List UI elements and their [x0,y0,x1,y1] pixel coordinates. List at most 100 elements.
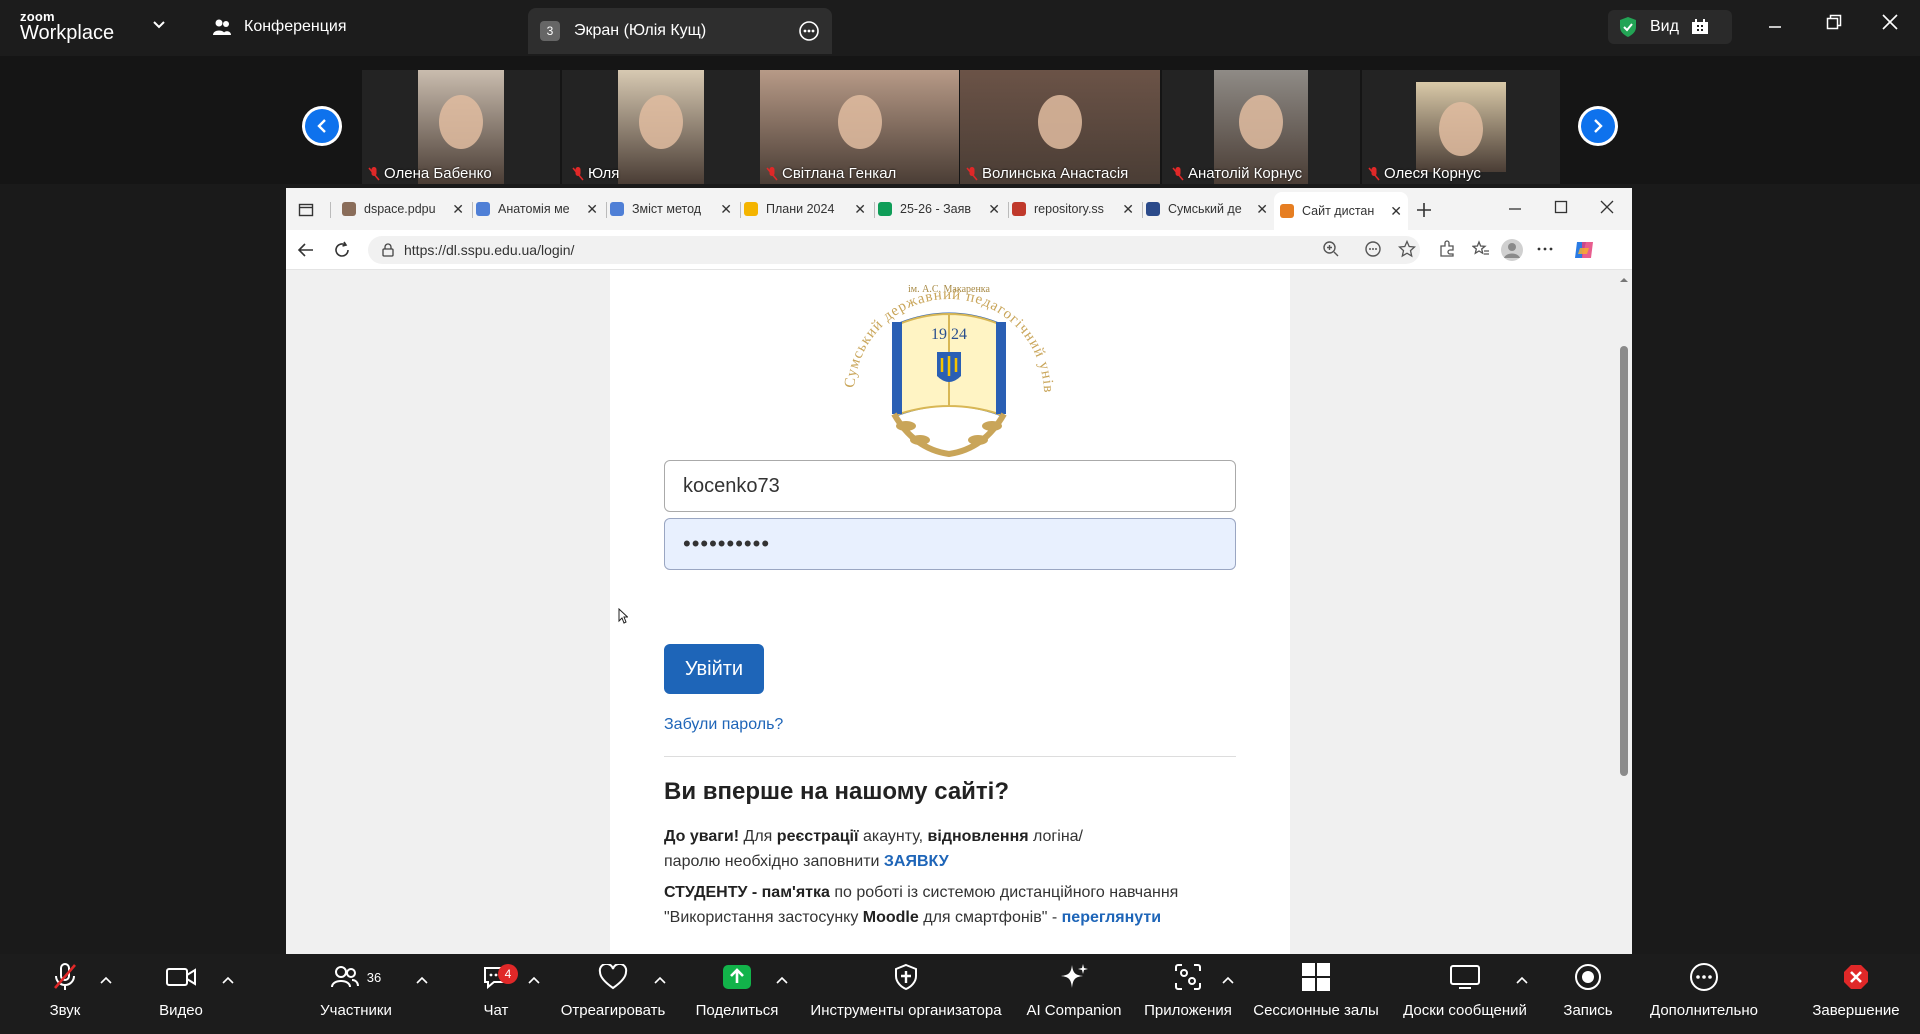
participant-name: Олена Бабенко [368,165,492,182]
browser-menu-icon[interactable] [1536,240,1554,258]
tab-close-icon[interactable]: ✕ [854,201,866,218]
scrollbar-thumb[interactable] [1620,346,1628,776]
prev-page-button[interactable] [302,106,342,146]
zoom-in-icon[interactable] [1322,240,1340,258]
tab-close-icon[interactable]: ✕ [586,201,598,218]
share-options-caret-icon[interactable] [776,976,788,984]
browser-tab[interactable]: dspace.pdpu ✕ [336,194,470,224]
tab-close-icon[interactable]: ✕ [1256,201,1268,218]
url-text: https://dl.sspu.edu.ua/login/ [404,242,575,258]
zoom-top-bar: zoom Workplace Конференция 3 Экран (Юлія… [0,0,1920,56]
participant-tile[interactable]: Світлана Генкал [760,70,959,184]
new-tab-icon[interactable] [1416,202,1432,218]
extensions-icon[interactable] [1438,240,1456,258]
shield-check-icon [1620,17,1636,37]
svg-text:19 24: 19 24 [931,326,967,343]
tab-close-icon[interactable]: ✕ [452,201,464,218]
breakout-rooms-button[interactable]: Сессионные залы [1252,954,1380,1034]
browser-minimize-icon[interactable] [1508,202,1522,216]
chevron-down-icon[interactable] [152,20,166,30]
registration-notice: До уваги! Для реєстрації акаунту, віднов… [664,828,1083,870]
browser-tab-active[interactable]: Сайт дистан ✕ [1274,192,1408,230]
username-input[interactable]: kocenko73 [664,460,1236,512]
tab-close-icon[interactable]: ✕ [720,201,732,218]
react-options-caret-icon[interactable] [654,976,666,984]
reading-icon[interactable] [1364,240,1382,258]
browser-tab[interactable]: Зміст метод ✕ [604,194,738,224]
zoom-window: zoom Workplace Конференция 3 Экран (Юлія… [0,0,1920,1034]
browser-window: dspace.pdpu ✕ Анатомія ме ✕ Зміст метод ✕ П… [286,188,1632,954]
participants-options-caret-icon[interactable] [416,976,428,984]
audio-button[interactable]: Звук [40,954,90,1034]
audio-options-caret-icon[interactable] [100,976,112,984]
shield-icon [895,963,917,991]
participants-button[interactable]: 36 Участники [316,954,396,1034]
tab-favicon-icon [1280,204,1294,218]
apps-options-caret-icon[interactable] [1222,976,1234,984]
grid-view-icon [1691,19,1708,34]
profile-avatar-icon[interactable] [1500,238,1524,262]
end-meeting-button[interactable]: Завершение [1806,954,1906,1034]
page-scrollbar[interactable] [1620,276,1628,948]
tab-close-icon[interactable]: ✕ [1122,201,1134,218]
browser-tab[interactable]: 25-26 - Заяв ✕ [872,194,1006,224]
chat-options-caret-icon[interactable] [528,976,540,984]
chat-unread-badge: 4 [498,964,518,984]
scroll-up-icon[interactable] [1620,276,1628,284]
participant-face-icon [439,95,483,150]
react-button[interactable]: Отреагировать [560,954,666,1034]
view-control[interactable]: Вид [1608,10,1732,44]
view-memo-link[interactable]: переглянути [1062,909,1161,926]
participant-face-icon [639,95,683,150]
heart-icon [598,964,628,990]
ai-companion-button[interactable]: AI Companion [1022,954,1126,1034]
browser-address-bar: https://dl.sspu.edu.ua/login/ [286,230,1632,270]
request-link[interactable]: ЗАЯВКУ [884,853,949,870]
restore-icon[interactable] [1826,14,1842,30]
zoom-logo: zoom Workplace [20,10,114,43]
browser-tab[interactable]: Анатомія ме ✕ [470,194,604,224]
participant-tile[interactable]: Анатолій Корнус [1162,70,1360,184]
whiteboard-icon [1450,965,1480,989]
whiteboards-options-caret-icon[interactable] [1516,976,1528,984]
browser-tab[interactable]: repository.ss ✕ [1006,194,1140,224]
browser-close-icon[interactable] [1600,200,1614,214]
apps-button[interactable]: Приложения [1140,954,1236,1034]
conference-button[interactable]: Конференция [212,18,347,36]
conference-label: Конференция [244,18,347,35]
back-arrow-icon[interactable] [296,240,316,260]
next-page-button[interactable] [1578,106,1618,146]
more-button[interactable]: Дополнительно [1646,954,1762,1034]
more-options-icon[interactable] [798,20,820,42]
record-button[interactable]: Запись [1560,954,1616,1034]
participant-tile[interactable]: Волинська Анастасія [960,70,1160,184]
browser-tab[interactable]: Сумський де ✕ [1140,194,1274,224]
share-screen-icon [723,965,751,989]
copilot-icon[interactable] [1572,238,1596,262]
login-button[interactable]: Увійти [664,644,764,694]
url-field[interactable]: https://dl.sspu.edu.ua/login/ [368,236,1420,264]
close-icon[interactable] [1882,14,1898,30]
participant-tile[interactable]: Олена Бабенко [362,70,560,184]
password-input[interactable]: •••••••••• [664,518,1236,570]
participant-tile[interactable]: Олеся Корнус [1362,70,1560,184]
host-tools-button[interactable]: Инструменты организатора [806,954,1006,1034]
share-screen-button[interactable]: Поделиться [694,954,780,1034]
whiteboards-button[interactable]: Доски сообщений [1392,954,1538,1034]
browser-tab[interactable]: Плани 2024 ✕ [738,194,872,224]
web-page: Сумський державний педагогічний універси… [286,270,1632,954]
tab-close-icon[interactable]: ✕ [1390,203,1402,220]
browser-maximize-icon[interactable] [1554,200,1568,214]
reload-icon[interactable] [332,240,352,260]
forgot-password-link[interactable]: Забули пароль? [664,716,783,734]
video-options-caret-icon[interactable] [222,976,234,984]
tab-close-icon[interactable]: ✕ [988,201,1000,218]
minimize-icon[interactable] [1768,20,1782,34]
favorites-icon[interactable] [1472,240,1490,258]
screen-share-tab[interactable]: 3 Экран (Юлія Кущ) [528,8,832,54]
participant-name: Волинська Анастасія [966,165,1128,182]
participant-tile[interactable]: Юля [562,70,760,184]
favorite-star-icon[interactable] [1398,240,1416,258]
video-button[interactable]: Видео [156,954,206,1034]
tab-actions-icon[interactable] [298,202,314,218]
